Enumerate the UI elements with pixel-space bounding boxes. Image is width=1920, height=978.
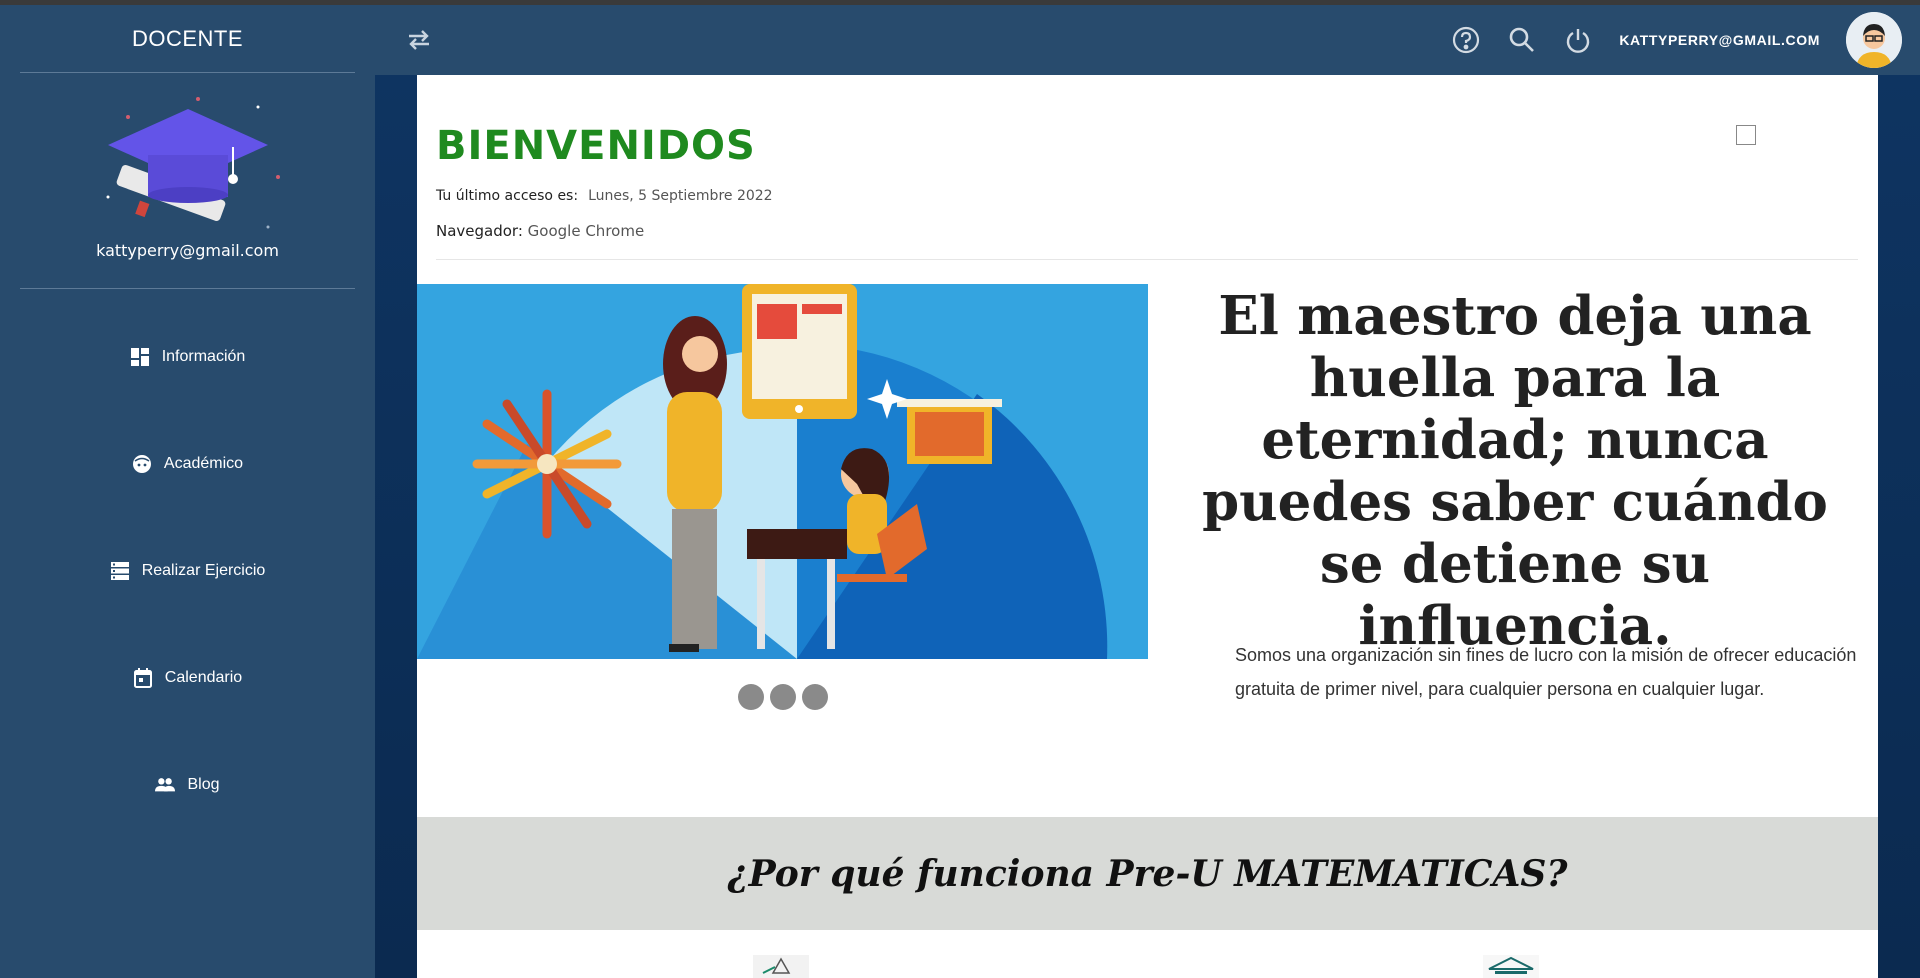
browser-info: Navegador: Google Chrome <box>436 222 644 240</box>
sidebar-item-blog[interactable]: Blog <box>0 731 375 838</box>
top-header: KATTYPERRY@GMAIL.COM <box>375 5 1920 75</box>
search-icon[interactable] <box>1507 25 1537 55</box>
checkbox[interactable] <box>1736 125 1756 145</box>
header-actions: KATTYPERRY@GMAIL.COM <box>1451 12 1920 68</box>
user-avatar[interactable] <box>1846 12 1902 68</box>
sidebar-nav: Información Académico Realizar Ejercicio… <box>0 303 375 838</box>
carousel-dot-1[interactable] <box>738 684 764 710</box>
sidebar-item-label: Realizar Ejercicio <box>141 561 266 579</box>
last-access-value: Lunes, 5 Septiembre 2022 <box>588 188 773 204</box>
sidebar-title: DOCENTE <box>20 5 355 73</box>
people-icon <box>155 775 176 795</box>
carousel-dot-3[interactable] <box>802 684 828 710</box>
sidebar-user-email: kattyperry@gmail.com <box>20 241 355 289</box>
background-pattern-left <box>375 75 417 978</box>
teacher-illustration <box>417 284 1148 659</box>
sidebar-item-informacion[interactable]: Información <box>0 303 375 410</box>
divider <box>436 259 1858 260</box>
graduation-cap-icon <box>78 87 298 237</box>
sidebar-item-label: Información <box>161 347 246 365</box>
browser-label: Navegador: <box>436 222 523 240</box>
calendar-icon <box>133 667 153 688</box>
why-section: ¿Por qué funciona Pre-U MATEMATICAS? <box>417 817 1878 930</box>
face-icon <box>132 454 152 474</box>
background-pattern-right <box>1878 75 1920 978</box>
feature-icon-2 <box>1483 955 1539 978</box>
last-access: Tu último acceso es: Lunes, 5 Septiembre … <box>436 188 773 204</box>
last-access-label: Tu último acceso es: <box>436 188 579 204</box>
storage-icon <box>110 561 130 581</box>
swap-icon[interactable] <box>405 26 433 54</box>
carousel-dots <box>738 684 828 710</box>
sidebar-item-label: Académico <box>163 454 244 472</box>
mission-text: Somos una organización sin fines de lucr… <box>1235 645 1857 699</box>
main-content: BIENVENIDOS Tu último acceso es: Lunes, 5… <box>417 75 1878 978</box>
feature-icon-1 <box>753 955 809 978</box>
sidebar-item-calendario[interactable]: Calendario <box>0 624 375 731</box>
sidebar-item-academico[interactable]: Académico <box>0 410 375 517</box>
sidebar: DOCENTE kattyperry@gmail.com Información <box>0 5 375 978</box>
sidebar-item-realizar-ejercicio[interactable]: Realizar Ejercicio <box>0 517 375 624</box>
sidebar-item-label: Blog <box>187 775 220 793</box>
header-user-email[interactable]: KATTYPERRY@GMAIL.COM <box>1619 32 1820 48</box>
dashboard-icon <box>130 347 150 367</box>
power-icon[interactable] <box>1563 25 1593 55</box>
browser-value: Google Chrome <box>527 222 645 240</box>
help-icon[interactable] <box>1451 25 1481 55</box>
carousel-dot-2[interactable] <box>770 684 796 710</box>
why-section-title: ¿Por qué funciona Pre-U MATEMATICAS? <box>727 852 1568 895</box>
teacher-quote: El maestro deja una huella para la etern… <box>1202 285 1828 657</box>
welcome-title: BIENVENIDOS <box>436 123 756 169</box>
sidebar-item-label: Calendario <box>164 668 243 686</box>
